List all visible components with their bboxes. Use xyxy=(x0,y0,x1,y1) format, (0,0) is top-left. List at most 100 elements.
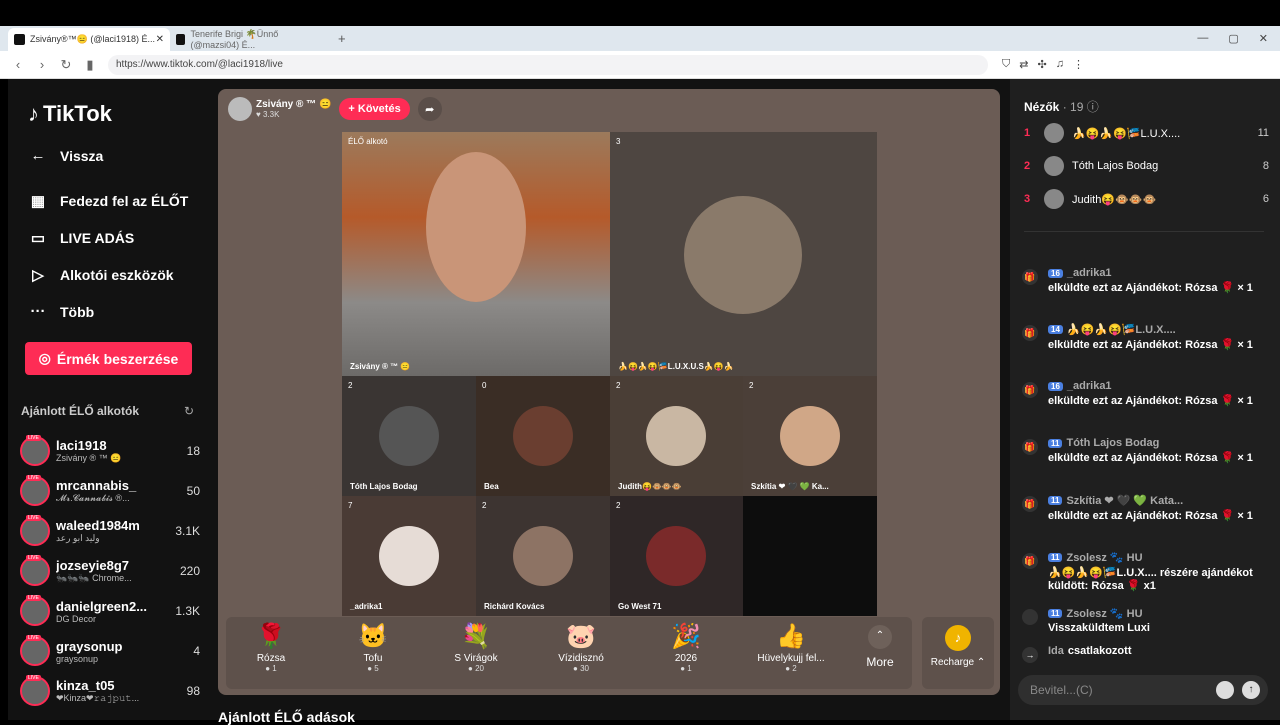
creator-item[interactable]: LIVE graysonup graysonup 4 xyxy=(20,633,200,669)
guest-tile[interactable]: 2 Go West 71 xyxy=(610,496,743,616)
gift-item[interactable]: 🎉 2026 ● 1 xyxy=(641,621,731,673)
viewer-name: Tóth Lajos Bodag xyxy=(1072,160,1159,172)
chat-user[interactable]: 🍌😝🍌😝🎏L.U.X.... xyxy=(1067,323,1176,336)
tiktok-coin-icon: ♪ xyxy=(945,625,971,651)
viewers-count: · 19 xyxy=(1062,100,1084,114)
nav-more[interactable]: ··· Több xyxy=(28,303,95,320)
chat-user[interactable]: _adrika1 xyxy=(1067,267,1112,279)
guest-name: Richárd Kovács xyxy=(484,602,545,611)
guest-video-large[interactable]: 3 🍌😝🍌😝🎏L.U.X.U.S🍌😝🍌 xyxy=(610,132,877,376)
tiktok-favicon-icon xyxy=(14,34,25,45)
info-icon[interactable]: ⓘ xyxy=(1087,100,1099,114)
refresh-icon[interactable]: ↻ xyxy=(184,404,194,418)
avatar xyxy=(1022,609,1038,625)
guest-gift-count: 3 xyxy=(616,137,621,146)
guest-name: Judith😝🐵🐵🐵 xyxy=(618,482,682,491)
guest-tile[interactable]: 2 Richárd Kovács xyxy=(476,496,610,616)
creator-item[interactable]: LIVE mrcannabis_ 𝓜𝓻.𝓒𝓪𝓷𝓷𝓪𝓫𝓲𝓼 ®... 50 xyxy=(20,473,200,509)
chat-user[interactable]: Zsolesz 🐾 HU xyxy=(1066,607,1142,620)
guest-tile[interactable]: 0 Bea xyxy=(476,376,610,496)
guest-avatar xyxy=(780,406,840,466)
more-label: More xyxy=(866,655,894,669)
window-controls: — ▢ ✕ xyxy=(1197,32,1280,45)
share-icon[interactable]: ➦ xyxy=(417,97,442,121)
close-tab-icon[interactable]: ✕ xyxy=(156,34,164,45)
chat-user[interactable]: Szkítia ❤ 🖤 💚 Kata... xyxy=(1066,494,1183,507)
viewer-row[interactable]: 3 Judith😝🐵🐵🐵 6 xyxy=(1024,186,1269,212)
new-tab-button[interactable]: + xyxy=(338,31,346,46)
creator-name: kinza_t05 xyxy=(56,678,115,693)
chat-text: csatlakozott xyxy=(1067,645,1132,657)
guest-gift-count: 2 xyxy=(348,381,353,390)
chat-text: elküldte ezt az Ajándékot: Rózsa 🌹 × 1 xyxy=(1048,510,1253,522)
level-badge: 16 xyxy=(1048,381,1063,391)
nav-go-live[interactable]: ▭ LIVE ADÁS xyxy=(28,229,134,247)
gift-item[interactable]: 🐱 Tofu ● 5 xyxy=(328,621,418,673)
translate-icon[interactable]: ⇄ xyxy=(1019,58,1028,71)
more-gifts-button[interactable]: ⌃ More xyxy=(860,625,900,669)
get-coins-button[interactable]: ◎ Érmék beszerzése xyxy=(25,342,192,375)
chat-text: elküldte ezt az Ajándékot: Rózsa 🌹 × 1 xyxy=(1048,395,1253,407)
viewer-row[interactable]: 1 🍌😝🍌😝🎏L.U.X.... 11 xyxy=(1024,120,1269,146)
guest-tile[interactable]: 2 Szkítia ❤ 🖤 💚 Ka... xyxy=(743,376,877,496)
maximize-icon[interactable]: ▢ xyxy=(1228,32,1238,45)
arrow-left-icon: ← xyxy=(30,147,46,164)
guest-name: Szkítia ❤ 🖤 💚 Ka... xyxy=(751,482,829,491)
nav-back[interactable]: ← Vissza xyxy=(28,147,104,164)
creator-item[interactable]: LIVE laci1918 Zsivány ® ™ 😑 18 xyxy=(20,433,200,469)
chat-user[interactable]: _adrika1 xyxy=(1067,380,1112,392)
video-grid: ÉLŐ alkotó Zsivány ® ™ 😑 3 🍌😝🍌😝🎏L.U.X.U.… xyxy=(342,132,877,616)
emoji-icon[interactable] xyxy=(1216,681,1234,699)
guest-tile[interactable]: 7 _adrika1 xyxy=(342,496,476,616)
main-host-video[interactable]: ÉLŐ alkotó Zsivány ® ™ 😑 xyxy=(342,132,610,376)
guest-tile[interactable]: 2 Tóth Lajos Bodag xyxy=(342,376,476,496)
gift-item[interactable]: 🐷 Vízidisznó ● 30 xyxy=(536,621,626,673)
shield-icon[interactable]: ⛉ xyxy=(1002,58,1010,71)
gift-item[interactable]: 👍 Hüvelykujj fel... ● 2 xyxy=(746,621,836,673)
browser-tab-active[interactable]: Zsivány®™😑 (@laci1918) É... ✕ xyxy=(8,28,170,51)
creator-name: graysonup xyxy=(56,638,123,654)
guest-gift-count: 0 xyxy=(482,381,487,390)
nav-creator-tools[interactable]: ▷ Alkotói eszközök xyxy=(28,266,173,284)
browser-tab-inactive[interactable]: Tenerife Brigi 🌴Ünnő (@mazsi04) É... xyxy=(170,28,330,51)
chat-input[interactable]: Bevitel...(C) ↑ xyxy=(1018,675,1268,705)
nav-explore-live[interactable]: ▦ Fedezd fel az ÉLŐT xyxy=(28,192,188,210)
host-avatar[interactable] xyxy=(228,97,252,121)
more-dots-icon: ··· xyxy=(30,303,46,320)
bookmark-icon[interactable]: ▮ xyxy=(84,57,96,73)
creator-item[interactable]: LIVE waleed1984m وليد ابو رعد 3.1K xyxy=(20,513,200,549)
puzzle-icon[interactable]: ✣ xyxy=(1037,58,1046,71)
guest-gift-count: 7 xyxy=(348,501,353,510)
host-name[interactable]: Zsivány ® ™ 😑 xyxy=(256,99,331,110)
creator-item[interactable]: LIVE jozseyie8g7 🐜🐜🐜 Chrome... 220 xyxy=(20,553,200,589)
menu-icon[interactable]: ⋮ xyxy=(1073,58,1084,71)
forward-icon[interactable]: › xyxy=(36,57,48,72)
recharge-button[interactable]: ♪ Recharge ⌃ xyxy=(922,617,994,689)
minimize-icon[interactable]: — xyxy=(1197,32,1208,45)
creator-item[interactable]: LIVE kinza_t05 ❤Kinza❤𝚛𝚊𝚓𝚙𝚞𝚝... 98 xyxy=(20,673,200,709)
url-field[interactable]: https://www.tiktok.com/@laci1918/live xyxy=(108,54,988,75)
send-icon[interactable]: ↑ xyxy=(1242,681,1260,699)
avatar: LIVE xyxy=(20,555,50,586)
chat-user[interactable]: Zsolesz 🐾 HU xyxy=(1066,551,1142,564)
creator-item[interactable]: LIVE danielgreen2... DG Decor 1.3K xyxy=(20,593,200,629)
follow-button[interactable]: + Követés xyxy=(339,98,410,120)
gift-item[interactable]: 💐 S Virágok ● 20 xyxy=(431,621,521,673)
creator-nickname: 𝓜𝓻.𝓒𝓪𝓷𝓷𝓪𝓫𝓲𝓼 ®... xyxy=(56,493,130,503)
chat-user[interactable]: Ida xyxy=(1048,645,1064,657)
gift-item[interactable]: 🌹 Rózsa ● 1 xyxy=(226,621,316,673)
guest-avatar xyxy=(646,526,706,586)
viewers-heading: Nézők · 19 ⓘ xyxy=(1024,98,1099,115)
tiktok-logo[interactable]: ♪ TikTok xyxy=(28,101,112,127)
music-icon[interactable]: ♫ xyxy=(1056,58,1064,71)
guest-tile[interactable]: 2 Judith😝🐵🐵🐵 xyxy=(610,376,743,496)
close-window-icon[interactable]: ✕ xyxy=(1259,32,1268,45)
avatar: LIVE xyxy=(20,595,50,626)
back-icon[interactable]: ‹ xyxy=(12,57,24,72)
reload-icon[interactable]: ↻ xyxy=(60,57,72,73)
guest-name: Bea xyxy=(484,482,499,491)
chat-user[interactable]: Tóth Lajos Bodag xyxy=(1066,437,1159,449)
viewer-row[interactable]: 2 Tóth Lajos Bodag 8 xyxy=(1024,153,1269,179)
viewer-count: 220 xyxy=(179,564,200,578)
level-badge: 11 xyxy=(1048,609,1063,618)
